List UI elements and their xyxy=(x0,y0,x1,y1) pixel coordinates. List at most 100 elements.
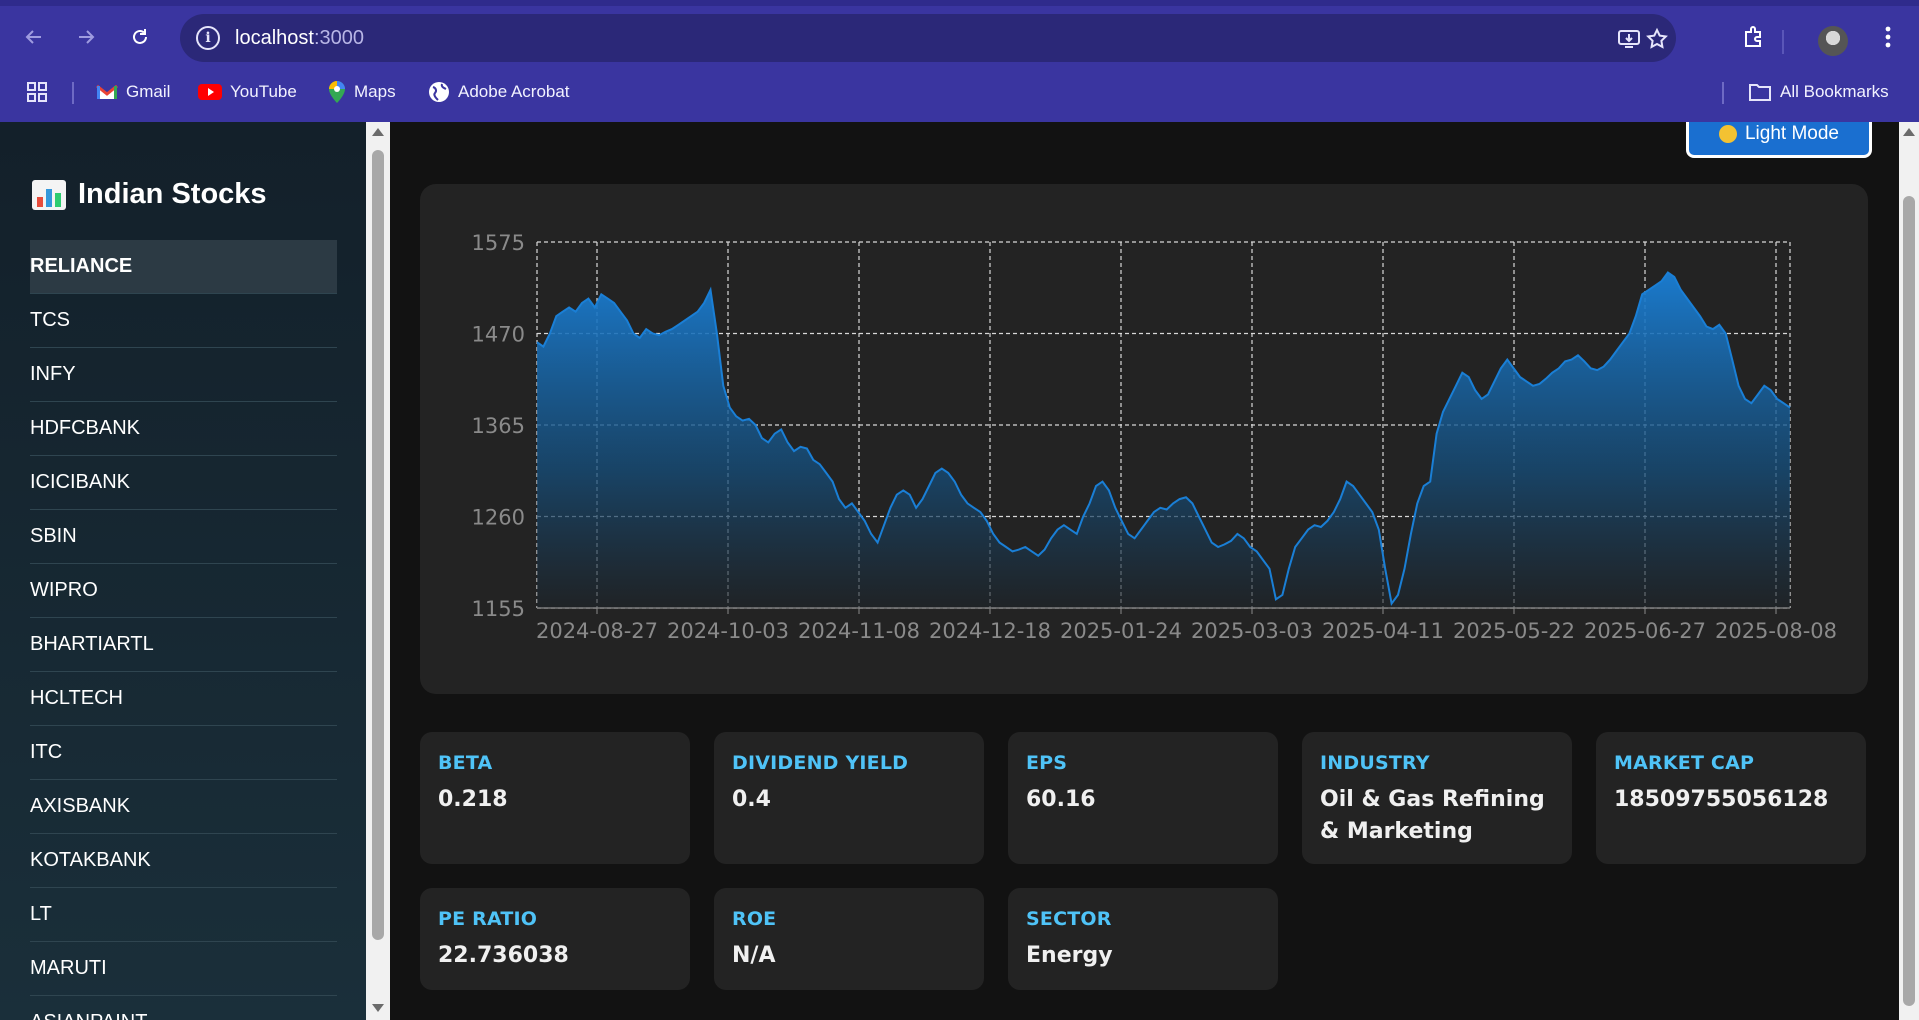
x-tick-label: 2025-04-11 xyxy=(1322,619,1444,643)
bookmarks-bar: Gmail YouTube Maps Adobe Acrobat All Boo… xyxy=(0,72,1919,112)
globe-icon xyxy=(429,82,449,102)
sidebar-brand: Indian Stocks xyxy=(32,178,267,211)
sidebar-item-axisbank[interactable]: AXISBANK xyxy=(30,780,337,834)
x-tick-label: 2025-06-27 xyxy=(1584,619,1706,643)
sidebar-item-bhartiartl[interactable]: BHARTIARTL xyxy=(30,618,337,672)
more-menu-icon[interactable] xyxy=(1870,19,1906,55)
stat-card-sector: SECTOR Energy xyxy=(1008,888,1278,990)
price-chart-card: 1155 1260 1365 1470 1575 2024-08-27 2024-10-03… xyxy=(420,184,1868,694)
browser-toolbar: i localhost:3000 xyxy=(0,6,1919,66)
stat-label: BETA xyxy=(438,752,493,774)
bookmarks-divider xyxy=(72,82,74,104)
y-tick-label: 1155 xyxy=(472,597,525,621)
toolbar-divider xyxy=(1782,30,1784,54)
stat-label: EPS xyxy=(1026,752,1068,774)
stat-value: 22.736038 xyxy=(438,943,569,968)
stat-value: 60.16 xyxy=(1026,787,1096,812)
install-app-icon[interactable] xyxy=(1616,26,1642,52)
address-bar[interactable]: i localhost:3000 xyxy=(180,14,1676,62)
bookmark-youtube[interactable]: YouTube xyxy=(198,78,297,106)
reload-button[interactable] xyxy=(122,19,158,55)
sidebar-item-lt[interactable]: LT xyxy=(30,888,337,942)
sidebar-scroll-thumb[interactable] xyxy=(372,150,384,940)
x-tick-label: 2025-05-22 xyxy=(1453,619,1575,643)
arrow-right-icon xyxy=(79,30,95,44)
stat-label: ROE xyxy=(732,908,777,930)
stat-value: 18509755056128 xyxy=(1614,787,1829,812)
profile-avatar[interactable] xyxy=(1818,26,1848,56)
sidebar-item-tcs[interactable]: TCS xyxy=(30,294,337,348)
sidebar-title: Indian Stocks xyxy=(78,178,267,210)
x-tick-label: 2024-12-18 xyxy=(929,619,1051,643)
sidebar-item-wipro[interactable]: WIPRO xyxy=(30,564,337,618)
bookmark-maps[interactable]: Maps xyxy=(328,78,396,106)
sidebar-item-infy[interactable]: INFY xyxy=(30,348,337,402)
y-tick-label: 1365 xyxy=(472,414,525,438)
stat-card-pe-ratio: PE RATIO 22.736038 xyxy=(420,888,690,990)
stat-card-roe: ROE N/A xyxy=(714,888,984,990)
x-tick-label: 2024-08-27 xyxy=(536,619,658,643)
stat-label: INDUSTRY xyxy=(1320,752,1430,774)
stat-value: Oil & Gas Refining & Marketing xyxy=(1320,787,1545,844)
light-mode-button[interactable]: Light Mode xyxy=(1686,122,1872,158)
stat-card-eps: EPS 60.16 xyxy=(1008,732,1278,864)
sidebar-scrollbar[interactable] xyxy=(366,122,390,1020)
sidebar-item-itc[interactable]: ITC xyxy=(30,726,337,780)
bookmark-star-icon[interactable] xyxy=(1644,26,1670,52)
url-text: localhost:3000 xyxy=(235,27,364,49)
sidebar-item-hcltech[interactable]: HCLTECH xyxy=(30,672,337,726)
back-button[interactable] xyxy=(16,19,52,55)
sidebar-item-asianpaint[interactable]: ASIANPAINT xyxy=(30,996,337,1020)
x-tick-label: 2025-03-03 xyxy=(1191,619,1313,643)
stock-list: RELIANCE TCS INFY HDFCBANK ICICIBANK SBI… xyxy=(30,240,337,1020)
stat-card-dividend-yield: DIVIDEND YIELD 0.4 xyxy=(714,732,984,864)
all-bookmarks-button[interactable]: All Bookmarks xyxy=(1748,78,1889,106)
reload-icon xyxy=(133,29,147,44)
sidebar-item-hdfcbank[interactable]: HDFCBANK xyxy=(30,402,337,456)
page-scroll-thumb[interactable] xyxy=(1903,196,1915,1006)
site-info-icon[interactable]: i xyxy=(196,26,220,50)
sidebar-item-reliance[interactable]: RELIANCE xyxy=(30,240,337,294)
arrow-left-icon xyxy=(25,30,41,44)
price-chart: 1155 1260 1365 1470 1575 2024-08-27 2024-10-03… xyxy=(472,231,1837,643)
x-tick-label: 2025-08-08 xyxy=(1715,619,1837,643)
sidebar-item-kotakbank[interactable]: KOTAKBANK xyxy=(30,834,337,888)
stat-card-beta: BETA 0.218 xyxy=(420,732,690,864)
stat-label: PE RATIO xyxy=(438,908,538,930)
folder-icon xyxy=(1749,84,1771,101)
gmail-icon xyxy=(96,84,118,99)
stat-value: 0.218 xyxy=(438,787,508,812)
x-tick-label: 2024-11-08 xyxy=(798,619,920,643)
extensions-icon[interactable] xyxy=(1736,19,1772,55)
bar-chart-icon xyxy=(32,179,66,210)
stat-label: SECTOR xyxy=(1026,908,1112,930)
bookmark-gmail[interactable]: Gmail xyxy=(96,78,170,106)
scroll-down-arrow-icon[interactable] xyxy=(372,1004,384,1012)
page-scrollbar[interactable] xyxy=(1899,122,1919,1020)
stat-card-industry: INDUSTRY Oil & Gas Refining & Marketing xyxy=(1302,732,1572,864)
sidebar-item-maruti[interactable]: MARUTI xyxy=(30,942,337,996)
sidebar-item-sbin[interactable]: SBIN xyxy=(30,510,337,564)
y-tick-label: 1260 xyxy=(472,506,525,530)
sidebar: Indian Stocks RELIANCE TCS INFY HDFCBANK… xyxy=(0,122,366,1020)
stat-card-market-cap: MARKET CAP 18509755056128 xyxy=(1596,732,1866,864)
stat-value: Energy xyxy=(1026,943,1113,968)
scroll-up-arrow-icon[interactable] xyxy=(372,128,384,136)
stat-value: 0.4 xyxy=(732,787,771,812)
page-scroll-up-arrow-icon[interactable] xyxy=(1903,128,1915,136)
x-tick-label: 2025-01-24 xyxy=(1060,619,1182,643)
main-content: Light Mode 1155 1260 1365 1470 1575 2024-08-2… xyxy=(390,122,1899,1020)
bookmark-adobe-acrobat[interactable]: Adobe Acrobat xyxy=(428,78,570,106)
browser-chrome: i localhost:3000 Gmail YouTube Maps Adob… xyxy=(0,0,1919,122)
y-tick-label: 1470 xyxy=(472,323,525,347)
x-tick-label: 2024-10-03 xyxy=(667,619,789,643)
forward-button[interactable] xyxy=(68,19,104,55)
youtube-icon xyxy=(198,84,222,100)
stat-value: N/A xyxy=(732,943,776,968)
apps-grid-icon[interactable] xyxy=(26,78,48,106)
y-tick-label: 1575 xyxy=(472,231,525,255)
stat-label: MARKET CAP xyxy=(1614,752,1755,774)
sidebar-item-icicibank[interactable]: ICICIBANK xyxy=(30,456,337,510)
bookmarks-divider-right xyxy=(1722,82,1724,104)
maps-icon xyxy=(329,81,345,103)
